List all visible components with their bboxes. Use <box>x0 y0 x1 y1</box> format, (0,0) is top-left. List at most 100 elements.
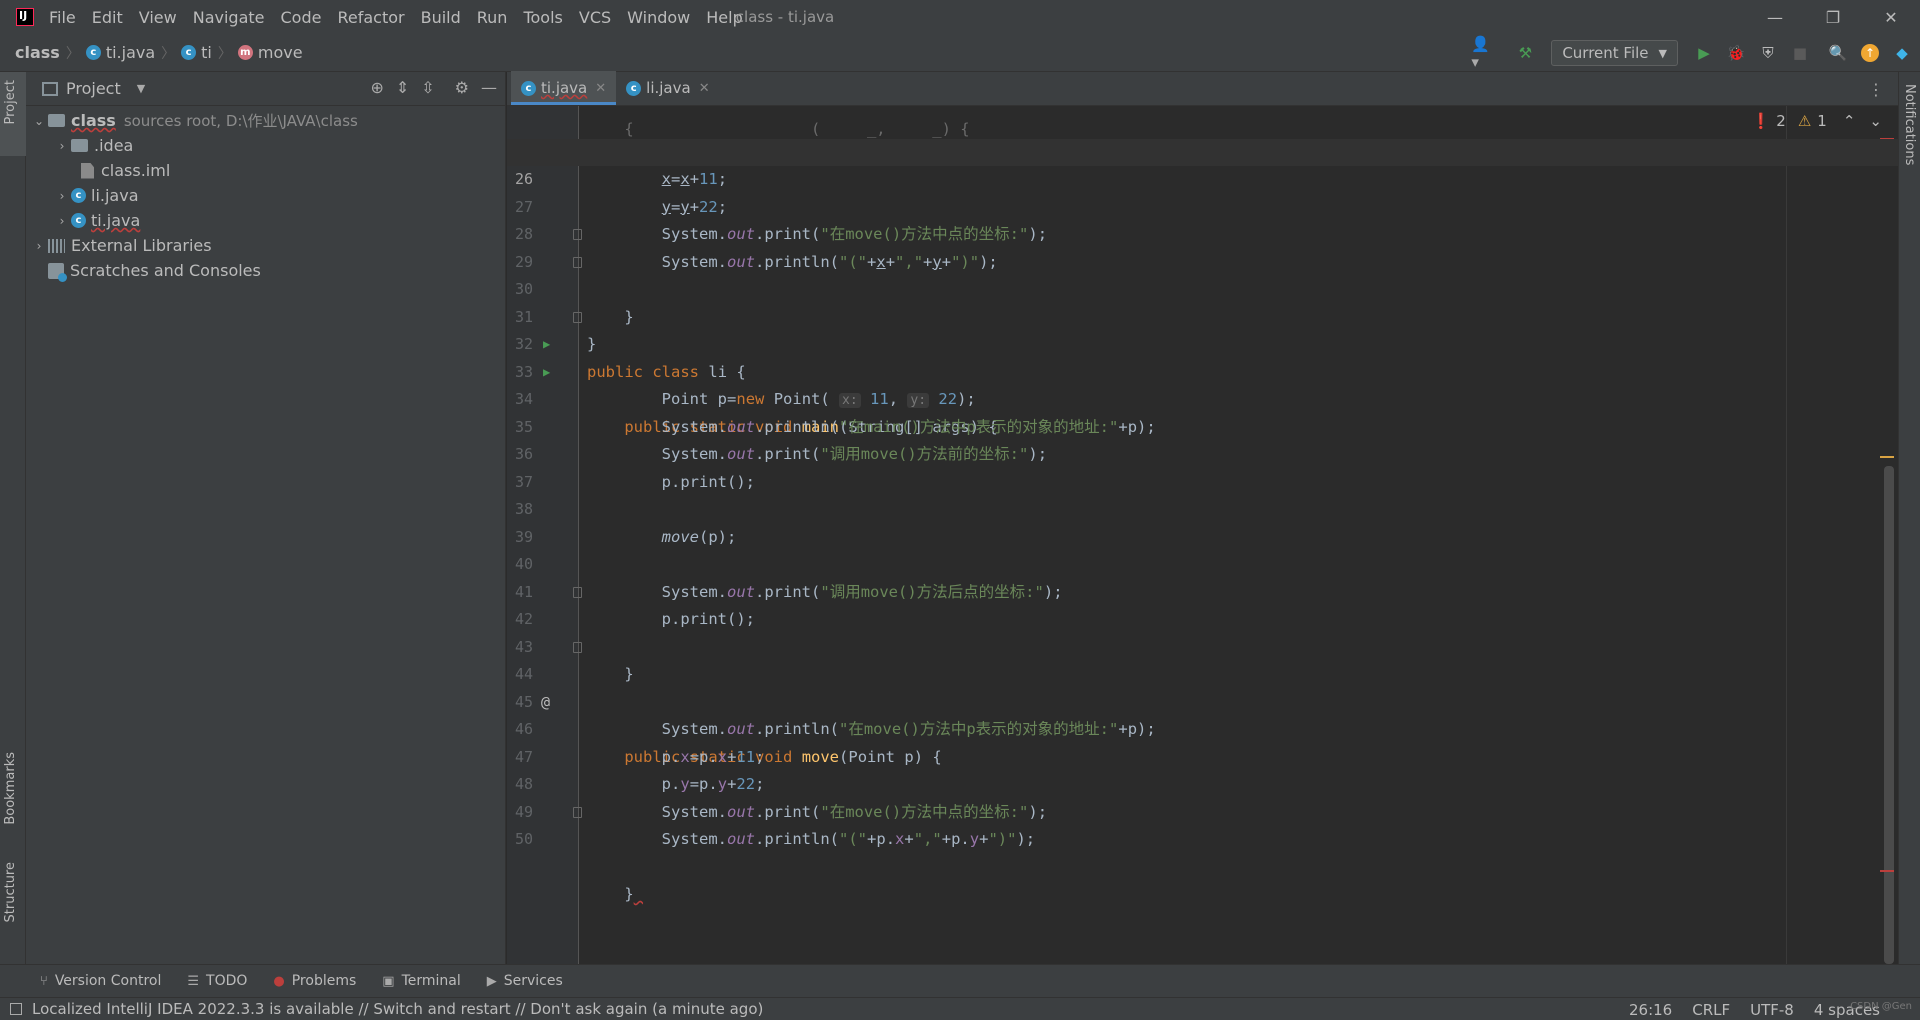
tree-item-class-root[interactable]: ⌄ class sources root, D:\作业\JAVA\class <box>26 108 505 133</box>
bookmarks-tool-tab[interactable]: Bookmarks <box>0 752 26 848</box>
chevron-down-icon[interactable]: ▼ <box>137 82 145 95</box>
breadcrumb-project[interactable]: class <box>15 43 60 62</box>
fold-icon[interactable] <box>573 586 582 598</box>
tree-item-class-iml[interactable]: class.iml <box>26 158 505 183</box>
gear-icon[interactable]: ⚙ <box>455 78 469 97</box>
tree-item-ti-java[interactable]: › c ti.java <box>26 208 505 233</box>
project-tool-tab[interactable]: Project <box>0 72 26 156</box>
fold-icon[interactable] <box>573 256 582 268</box>
line-separator[interactable]: CRLF <box>1692 1001 1730 1019</box>
status-message[interactable]: Localized IntelliJ IDEA 2022.3.3 is avai… <box>32 1000 763 1018</box>
code-editor[interactable]: ❗ 2 ⚠ 1 ⌃ ⌄ { ( _, _) { 25 x=x+11; 26 y=… <box>507 106 1898 964</box>
collapse-all-icon[interactable]: ⇳ <box>421 78 434 97</box>
intellij-logo-icon[interactable]: IJ <box>16 8 34 26</box>
close-tab-icon[interactable]: ✕ <box>595 81 606 96</box>
code-line: 41 p.print(); <box>507 551 1898 629</box>
code-line: 29 } <box>507 221 1898 326</box>
close-tab-icon[interactable]: ✕ <box>699 81 710 96</box>
tab-label: li.java <box>646 79 691 97</box>
tab-ti-java[interactable]: c ti.java ✕ <box>511 71 617 105</box>
bookmarks-tool-label: Bookmarks <box>3 752 18 825</box>
code-line-current: 26 y=y+22; <box>507 138 1898 216</box>
menu-view[interactable]: View <box>138 8 178 27</box>
services-tool[interactable]: ▶ Services <box>487 973 563 989</box>
tree-item-extra: sources root, D:\作业\JAVA\class <box>123 112 358 130</box>
tree-item-idea[interactable]: › .idea <box>26 133 505 158</box>
debug-icon[interactable]: 🐞 <box>1724 41 1748 65</box>
terminal-tool[interactable]: ▣ Terminal <box>382 973 460 989</box>
tool-label: Terminal <box>401 973 461 989</box>
code-line: 44 @ public static void move(Point p) { <box>507 634 1898 766</box>
java-class-icon: c <box>521 80 536 96</box>
build-hammer-icon[interactable]: ⚒ <box>1513 41 1537 65</box>
tool-label: Version Control <box>54 973 162 989</box>
search-icon[interactable]: 🔍 <box>1826 41 1850 65</box>
fold-icon[interactable] <box>573 311 582 323</box>
java-class-icon: c <box>626 80 642 96</box>
chevron-down-icon[interactable]: ⌄ <box>30 114 48 128</box>
breadcrumb-class[interactable]: c ti <box>181 43 212 62</box>
version-control-tool[interactable]: ⑂ Version Control <box>40 973 161 989</box>
minimize-button[interactable]: — <box>1746 0 1804 34</box>
chevron-right-icon[interactable]: › <box>53 189 71 203</box>
tab-label: ti.java <box>541 79 588 97</box>
chevron-right-icon[interactable]: › <box>53 139 71 153</box>
menu-file[interactable]: File <box>48 8 77 27</box>
tree-item-scratches[interactable]: Scratches and Consoles <box>26 258 505 283</box>
tree-item-li-java[interactable]: › c li.java <box>26 183 505 208</box>
menu-vcs[interactable]: VCS <box>578 8 612 27</box>
update-icon[interactable]: ↑ <box>1858 41 1882 65</box>
fold-icon[interactable] <box>573 229 582 240</box>
menu-code[interactable]: Code <box>280 8 323 27</box>
project-view-icon <box>42 81 58 96</box>
run-configuration-dropdown[interactable]: Current File ▼ <box>1551 40 1678 66</box>
problems-tool[interactable]: ● Problems <box>273 973 356 989</box>
chevron-right-icon[interactable]: › <box>30 239 48 253</box>
menu-tools[interactable]: Tools <box>522 8 563 27</box>
layout-toggle-icon[interactable] <box>10 1003 22 1015</box>
notifications-tool-tab[interactable]: Notifications <box>1899 84 1920 184</box>
fold-icon[interactable] <box>573 806 582 818</box>
file-encoding[interactable]: UTF-8 <box>1750 1001 1794 1019</box>
close-button[interactable]: ✕ <box>1862 0 1920 34</box>
project-tool-window: Project ▼ ⊕ ⇕ ⇳ ⚙ — ⌄ class sources root… <box>26 72 506 964</box>
error-stripe[interactable] <box>1880 870 1894 872</box>
locate-file-icon[interactable]: ⊕ <box>370 78 383 97</box>
breadcrumb-separator-icon: 〉 <box>217 45 232 62</box>
code-line: 30 } <box>507 249 1898 353</box>
structure-tool-tab[interactable]: Structure <box>0 862 26 952</box>
fold-icon[interactable] <box>573 641 582 653</box>
breadcrumb-method[interactable]: m move <box>237 43 303 62</box>
hide-panel-icon[interactable]: — <box>481 78 497 97</box>
chevron-right-icon[interactable]: › <box>53 214 71 228</box>
tree-item-label: External Libraries <box>71 236 212 255</box>
code-line: 42 } <box>507 579 1898 683</box>
todo-tool[interactable]: ☰ TODO <box>187 973 247 989</box>
right-tool-strip: Notifications <box>1898 72 1920 964</box>
tree-item-label: ti.java <box>91 211 141 230</box>
menu-build[interactable]: Build <box>420 8 462 27</box>
menu-edit[interactable]: Edit <box>91 8 124 27</box>
breadcrumb-file[interactable]: c ti.java <box>85 43 155 62</box>
stop-icon[interactable]: ■ <box>1788 41 1812 65</box>
menu-window[interactable]: Window <box>626 8 691 27</box>
menu-run[interactable]: Run <box>476 8 509 27</box>
menu-help[interactable]: Help <box>705 8 743 27</box>
project-panel-title[interactable]: Project <box>66 79 121 98</box>
java-class-icon: c <box>181 45 197 60</box>
restore-button[interactable]: ❐ <box>1804 0 1862 34</box>
run-icon[interactable]: ▶ <box>1692 41 1716 65</box>
caret-position[interactable]: 26:16 <box>1629 1001 1672 1019</box>
coverage-icon[interactable]: ⛨ <box>1756 41 1780 65</box>
account-icon[interactable]: 👤▾ <box>1471 35 1495 71</box>
status-bar: Localized IntelliJ IDEA 2022.3.3 is avai… <box>0 997 1920 1020</box>
more-tabs-icon[interactable]: ⋮ <box>1868 80 1884 99</box>
expand-all-icon[interactable]: ⇕ <box>396 78 409 97</box>
menu-navigate[interactable]: Navigate <box>192 8 266 27</box>
tree-item-label: li.java <box>91 186 139 205</box>
jetbrains-toolbox-icon[interactable]: ◆ <box>1890 41 1914 65</box>
tree-item-external-libraries[interactable]: › External Libraries <box>26 233 505 258</box>
menu-refactor[interactable]: Refactor <box>336 8 405 27</box>
tab-li-java[interactable]: c li.java ✕ <box>616 71 719 105</box>
code-line: 47 p.y=p.y+22; <box>507 716 1898 794</box>
